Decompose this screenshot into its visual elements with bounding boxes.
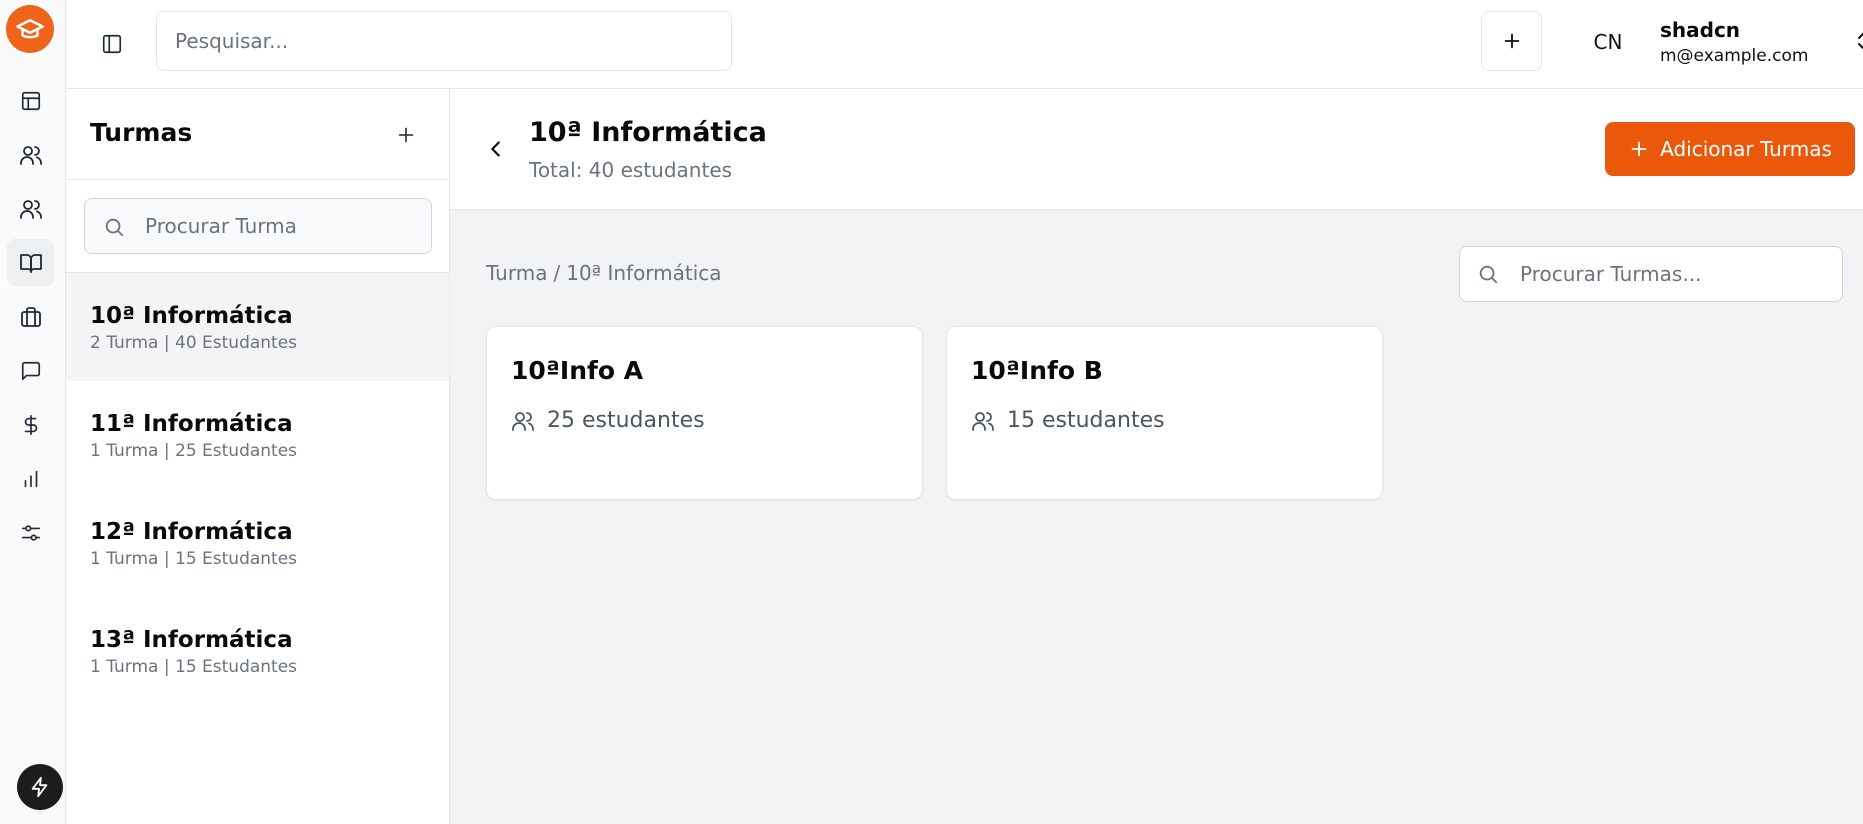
add-class-button[interactable] (388, 117, 424, 153)
search-icon (1479, 265, 1498, 284)
book-open-icon (19, 253, 42, 273)
class-list-item[interactable]: 12ª Informática 1 Turma | 15 Estudantes (66, 489, 449, 597)
rail-teachers-button[interactable] (7, 185, 54, 232)
users-icon (19, 199, 42, 219)
class-list-item[interactable]: 10ª Informática 2 Turma | 40 Estudantes (66, 273, 449, 381)
icon-rail (0, 0, 66, 824)
class-meta: 2 Turma | 40 Estudantes (90, 333, 298, 353)
main-content: 10ª Informática Total: 40 estudantes Adi… (450, 89, 1863, 824)
rail-staff-button[interactable] (7, 293, 54, 340)
class-search-input[interactable] (84, 198, 432, 254)
back-button[interactable] (480, 133, 512, 165)
global-search-input[interactable] (156, 11, 732, 71)
class-list-item[interactable]: 11ª Informática 1 Turma | 25 Estudantes (66, 381, 449, 489)
rail-reports-button[interactable] (7, 455, 54, 502)
bar-chart-icon (24, 470, 37, 487)
plus-icon (398, 127, 414, 143)
classes-search (1459, 246, 1843, 302)
layout-icon (21, 91, 40, 110)
breadcrumb-current: 10ª Informática (566, 261, 722, 285)
class-name: 11ª Informática (90, 411, 293, 437)
class-card[interactable]: 10ªInfo A 25 estudantes (486, 326, 923, 500)
quick-action-button[interactable] (17, 764, 63, 810)
rail-classes-button[interactable] (7, 239, 54, 286)
sliders-icon (21, 524, 40, 541)
plus-icon (1504, 33, 1519, 49)
plus-icon (1631, 141, 1647, 157)
rail-dashboard-button[interactable] (7, 77, 54, 124)
user-menu[interactable]: CN shadcn m@example.com (1578, 12, 1863, 72)
create-button[interactable] (1481, 11, 1542, 71)
users-icon (512, 411, 534, 431)
message-icon (21, 361, 40, 380)
user-email: m@example.com (1660, 46, 1809, 66)
add-classes-label: Adicionar Turmas (1660, 137, 1832, 161)
page-header: 10ª Informática Total: 40 estudantes Adi… (450, 89, 1863, 210)
class-meta: 1 Turma | 25 Estudantes (90, 441, 298, 461)
class-name: 13ª Informática (90, 627, 293, 653)
sidebar-toggle-button[interactable] (97, 29, 127, 59)
class-card-title: 10ªInfo A (511, 356, 644, 385)
classes-panel: Turmas 10ª Informática 2 Turma | 40 Estu… (66, 89, 450, 824)
page-title: 10ª Informática (529, 117, 767, 148)
rail-finance-button[interactable] (7, 401, 54, 448)
top-bar: CN shadcn m@example.com (66, 0, 1863, 89)
chevron-left-icon (491, 141, 500, 157)
search-icon (105, 218, 124, 237)
breadcrumb: Turma/10ª Informática (486, 261, 722, 285)
breadcrumb-root[interactable]: Turma (486, 261, 547, 285)
breadcrumb-separator: / (553, 261, 561, 285)
briefcase-icon (20, 306, 41, 327)
dollar-icon (24, 414, 37, 435)
rail-students-button[interactable] (7, 131, 54, 178)
class-card-count: 15 estudantes (971, 408, 1165, 433)
users-icon (972, 411, 994, 431)
chevrons-up-down-icon (1858, 32, 1863, 50)
classes-search-input[interactable] (1459, 246, 1843, 302)
class-meta: 1 Turma | 15 Estudantes (90, 549, 298, 569)
user-name: shadcn (1660, 18, 1741, 42)
class-card-count: 25 estudantes (511, 408, 705, 433)
add-classes-button[interactable]: Adicionar Turmas (1605, 122, 1855, 176)
lightning-icon (31, 776, 48, 798)
page-subtitle: Total: 40 estudantes (529, 158, 733, 182)
graduation-cap-logo[interactable] (6, 5, 54, 53)
users-icon (19, 145, 42, 165)
rail-messages-button[interactable] (7, 347, 54, 394)
rail-settings-button[interactable] (7, 509, 54, 556)
class-meta: 1 Turma | 15 Estudantes (90, 657, 298, 677)
class-list-item[interactable]: 13ª Informática 1 Turma | 15 Estudantes (66, 597, 449, 705)
panel-left-icon (102, 34, 122, 54)
class-card[interactable]: 10ªInfo B 15 estudantes (946, 326, 1383, 500)
panel-title: Turmas (90, 118, 193, 147)
class-name: 12ª Informática (90, 519, 293, 545)
student-count: 15 estudantes (1007, 408, 1165, 433)
student-count: 25 estudantes (547, 408, 705, 433)
class-name: 10ª Informática (90, 303, 293, 329)
avatar: CN (1593, 30, 1623, 54)
class-card-title: 10ªInfo B (971, 356, 1103, 385)
